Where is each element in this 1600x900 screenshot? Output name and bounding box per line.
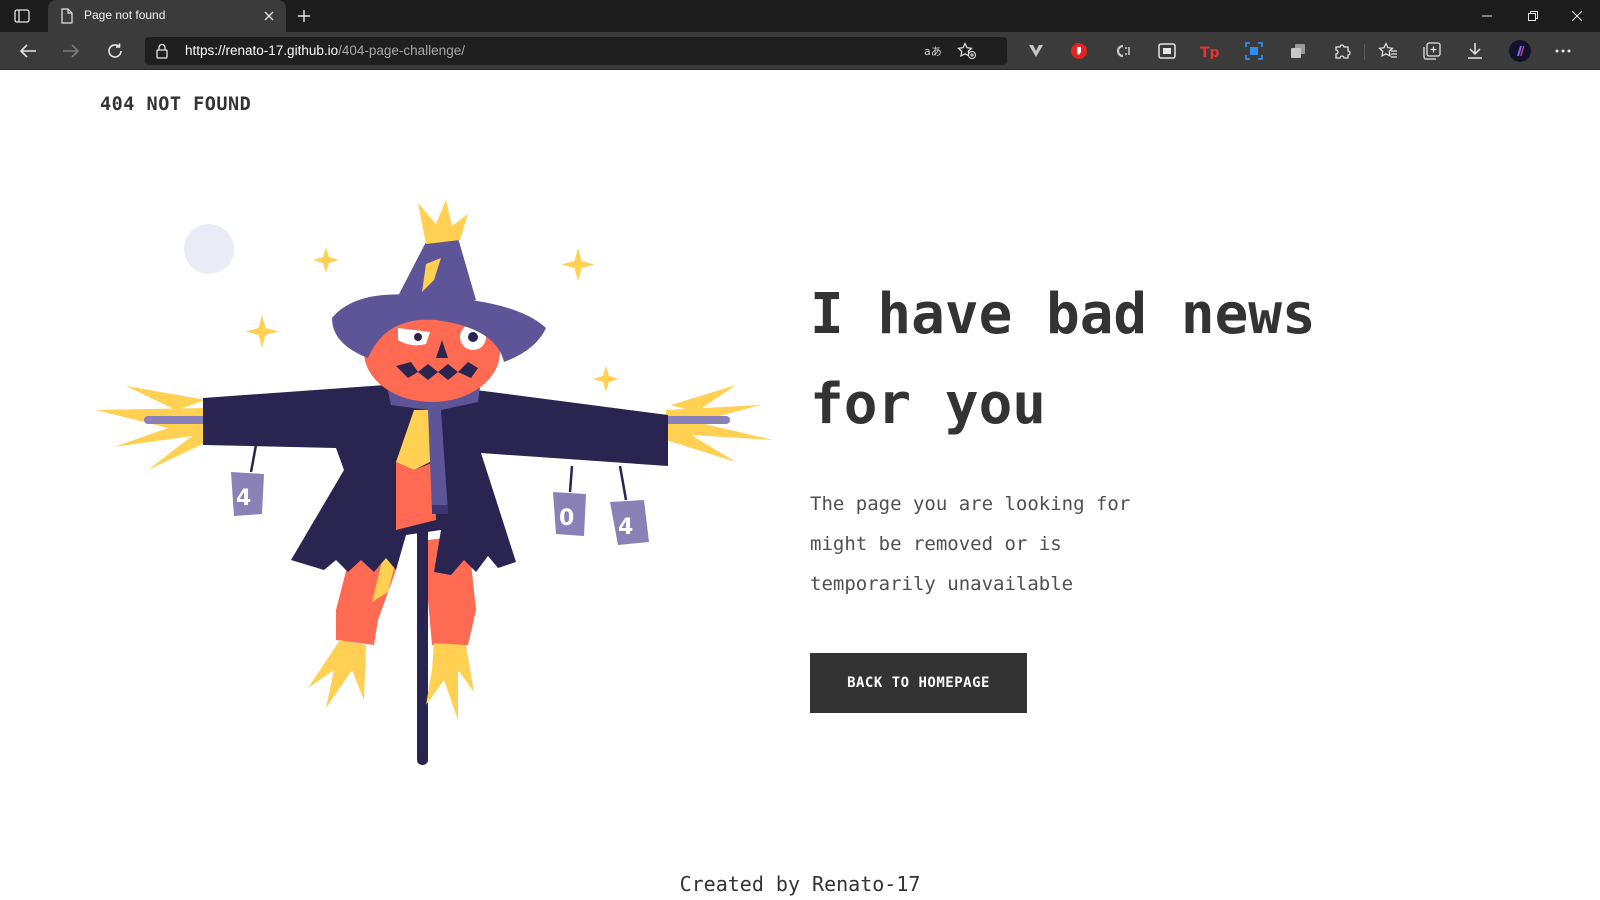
forward-icon[interactable] bbox=[58, 39, 84, 63]
add-favorite-icon[interactable] bbox=[957, 42, 977, 60]
page-headline: I have bad news for you bbox=[810, 270, 1530, 450]
new-tab-icon[interactable] bbox=[294, 7, 314, 25]
minimize-icon[interactable] bbox=[1464, 0, 1510, 32]
can-left: 4 bbox=[231, 444, 264, 516]
tab-actions-icon[interactable] bbox=[12, 7, 32, 25]
page-content: 404 NOT FOUND 4 0 4 I have bad news for … bbox=[0, 70, 1600, 900]
downloads-icon[interactable] bbox=[1465, 41, 1485, 61]
extension-screenshot-icon[interactable] bbox=[1244, 41, 1264, 61]
headline-line-2: for you bbox=[810, 372, 1047, 437]
hat-straw bbox=[418, 200, 468, 244]
extension-window-icon[interactable] bbox=[1157, 41, 1177, 61]
extension-v-icon[interactable] bbox=[1026, 41, 1046, 61]
site-brand: 404 NOT FOUND bbox=[100, 94, 252, 115]
refresh-icon[interactable] bbox=[102, 39, 128, 63]
svg-text:Tp: Tp bbox=[1200, 45, 1220, 59]
left-hand-straw bbox=[96, 386, 211, 470]
back-to-homepage-button[interactable]: BACK TO HOMEPAGE bbox=[810, 653, 1027, 713]
footer-credit: Created by Renato-17 bbox=[679, 872, 921, 896]
headline-line-1: I have bad news bbox=[810, 282, 1316, 347]
favorites-icon[interactable] bbox=[1378, 41, 1398, 61]
moon-icon bbox=[184, 224, 234, 274]
browser-toolbar: https://renato-17.github.io/404-page-cha… bbox=[0, 32, 1600, 70]
extensions-puzzle-icon[interactable] bbox=[1332, 41, 1352, 61]
can-middle-label: 0 bbox=[559, 506, 574, 531]
profile-avatar[interactable] bbox=[1508, 39, 1532, 63]
url-text[interactable]: https://renato-17.github.io/404-page-cha… bbox=[185, 43, 465, 58]
restore-icon[interactable] bbox=[1510, 0, 1556, 32]
can-right: 4 bbox=[610, 465, 649, 545]
tab-close-icon[interactable] bbox=[262, 9, 276, 23]
page-icon bbox=[60, 8, 74, 28]
can-right-label: 4 bbox=[618, 515, 633, 540]
collections-icon[interactable] bbox=[1422, 41, 1442, 61]
toolbar-separator bbox=[1364, 44, 1365, 60]
back-icon[interactable] bbox=[15, 39, 41, 63]
lock-icon[interactable] bbox=[155, 43, 169, 63]
can-middle: 0 bbox=[553, 465, 586, 536]
read-aloud-icon[interactable]: aあ bbox=[923, 42, 943, 60]
browser-tab-active[interactable]: Page not found bbox=[48, 0, 286, 32]
can-left-label: 4 bbox=[236, 486, 251, 511]
error-message: The page you are looking for might be re… bbox=[810, 493, 1131, 595]
close-window-icon[interactable] bbox=[1554, 0, 1600, 32]
svg-text:aあ: aあ bbox=[924, 45, 942, 58]
browser-titlebar: Page not found bbox=[0, 0, 1600, 32]
extension-c-icon[interactable] bbox=[1113, 41, 1133, 61]
tab-title: Page not found bbox=[84, 8, 166, 22]
foot-straw bbox=[308, 640, 474, 720]
scarecrow-illustration: 4 0 4 bbox=[96, 200, 773, 765]
address-bar[interactable]: https://renato-17.github.io/404-page-cha… bbox=[145, 37, 1007, 65]
more-menu-icon[interactable] bbox=[1553, 41, 1573, 61]
scarecrow-pole bbox=[417, 520, 428, 765]
extension-tp-icon[interactable]: Tp bbox=[1200, 41, 1220, 61]
url-path: /404-page-challenge/ bbox=[338, 43, 465, 58]
extension-red-icon[interactable] bbox=[1069, 41, 1089, 61]
url-host: https://renato-17.github.io bbox=[185, 43, 339, 58]
extension-copy-icon[interactable] bbox=[1288, 41, 1308, 61]
